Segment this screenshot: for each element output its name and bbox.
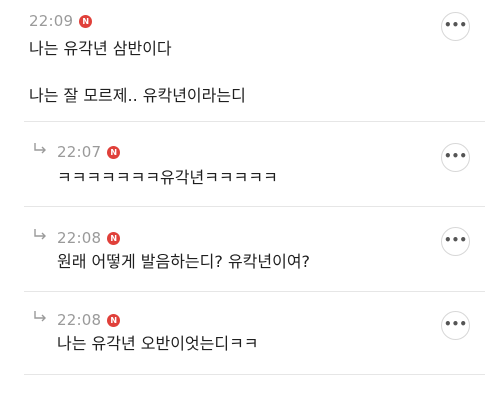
reply-timestamp: 22:07	[57, 143, 102, 161]
reply-arrow-icon	[34, 143, 46, 154]
reply-timestamp: 22:08	[57, 229, 102, 247]
more-dots-icon: •••	[443, 148, 467, 163]
comment-timestamp: 22:09	[29, 12, 74, 30]
reply-item: 22:08 N 나는 유각년 오반이엇는디ㅋㅋ •••	[0, 292, 485, 377]
new-badge-icon: N	[107, 313, 121, 327]
reply-item: 22:07 N ㅋㅋㅋㅋㅋㅋㅋ유각년ㅋㅋㅋㅋㅋ •••	[0, 122, 485, 207]
reply-meta: 22:08 N	[57, 228, 121, 248]
reply-timestamp: 22:08	[57, 311, 102, 329]
reply-arrow-icon	[34, 229, 46, 240]
more-options-button[interactable]: •••	[441, 311, 470, 340]
reply-meta: 22:08 N	[57, 310, 121, 330]
more-dots-icon: •••	[443, 17, 467, 32]
reply-arrow-icon	[34, 311, 46, 322]
comment-text-line-2: 나는 잘 모르제.. 유칵년이라는디	[29, 86, 246, 105]
more-dots-icon: •••	[443, 232, 467, 247]
more-options-button[interactable]: •••	[441, 12, 470, 41]
more-options-button[interactable]: •••	[441, 143, 470, 172]
reply-text: 원래 어떻게 발음하는디? 유칵년이여?	[57, 252, 311, 271]
more-dots-icon: •••	[443, 316, 467, 331]
new-badge-icon: N	[79, 14, 93, 28]
reply-text: ㅋㅋㅋㅋㅋㅋㅋ유각년ㅋㅋㅋㅋㅋ	[57, 168, 278, 187]
more-options-button[interactable]: •••	[441, 227, 470, 256]
divider	[24, 374, 485, 375]
reply-meta: 22:07 N	[57, 142, 121, 162]
reply-item: 22:08 N 원래 어떻게 발음하는디? 유칵년이여? •••	[0, 207, 485, 292]
new-badge-icon: N	[107, 145, 121, 159]
comment-meta: 22:09 N	[29, 11, 93, 31]
new-badge-icon: N	[107, 231, 121, 245]
comment-text-line-1: 나는 유각년 삼반이다	[29, 39, 172, 58]
reply-text: 나는 유각년 오반이엇는디ㅋㅋ	[57, 334, 259, 353]
comment-item: 22:09 N 나는 유각년 삼반이다 나는 잘 모르제.. 유칵년이라는디 •…	[0, 0, 485, 121]
